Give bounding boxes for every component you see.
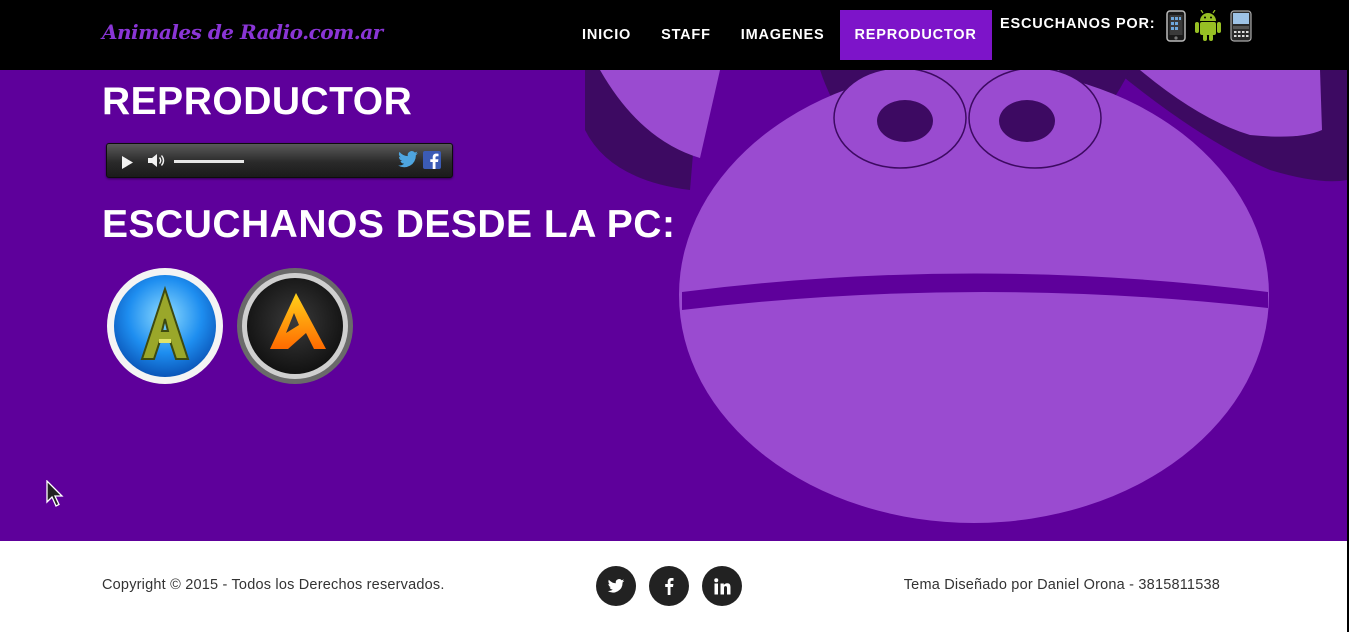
social-links — [596, 566, 742, 606]
aimp-blue-app-icon[interactable] — [106, 267, 224, 385]
page-title: REPRODUCTOR — [102, 80, 413, 123]
linkedin-icon[interactable] — [702, 566, 742, 606]
twitter-share-icon[interactable] — [397, 151, 419, 173]
nav-inicio[interactable]: INICIO — [567, 10, 646, 60]
copyright-text: Copyright © 2015 - Todos los Derechos re… — [102, 577, 445, 593]
footer: Copyright © 2015 - Todos los Derechos re… — [0, 541, 1347, 632]
nav-staff[interactable]: STAFF — [646, 10, 726, 60]
iphone-icon[interactable] — [1166, 10, 1186, 46]
device-links — [1166, 9, 1252, 46]
android-icon[interactable] — [1194, 9, 1222, 46]
aimp-orange-app-icon[interactable] — [236, 267, 354, 385]
navbar: Animales de Radio.com.ar INICIO STAFF IM… — [0, 0, 1349, 70]
blackberry-icon[interactable] — [1230, 10, 1252, 46]
nav-reproductor[interactable]: REPRODUCTOR — [839, 10, 992, 60]
pc-apps — [106, 267, 354, 385]
facebook-icon[interactable] — [649, 566, 689, 606]
pc-section-title: ESCUCHANOS DESDE LA PC: — [102, 203, 676, 246]
facebook-share-icon[interactable] — [423, 151, 441, 173]
volume-icon[interactable] — [147, 153, 167, 172]
twitter-icon[interactable] — [596, 566, 636, 606]
theme-credit-text: Tema Diseñado por Daniel Orona - 3815811… — [903, 577, 1220, 593]
mouse-cursor-icon — [46, 479, 64, 512]
play-icon[interactable] — [121, 154, 133, 173]
nav-imagenes[interactable]: IMAGENES — [726, 10, 840, 60]
hero-section: REPRODUCTOR ESCUCHANOS DESDE LA PC: — [0, 70, 1347, 541]
listen-label: ESCUCHANOS POR: — [1000, 16, 1156, 32]
audio-player — [106, 143, 453, 178]
volume-slider[interactable] — [174, 160, 244, 163]
brand-logo[interactable]: Animales de Radio.com.ar — [102, 20, 383, 44]
main-nav: INICIO STAFF IMAGENES REPRODUCTOR — [567, 10, 992, 60]
